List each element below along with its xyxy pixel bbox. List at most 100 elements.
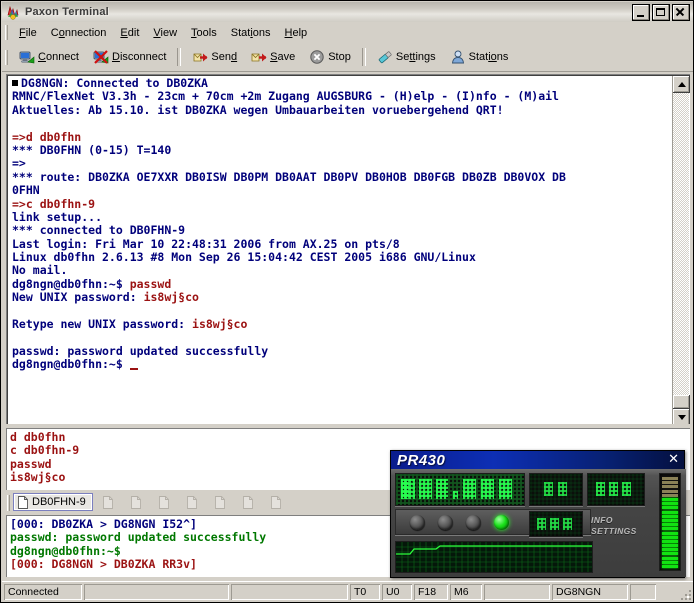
terminal-line: =>c db0fhn-9 xyxy=(12,198,666,211)
menu-drag-grip[interactable] xyxy=(5,25,9,40)
tab-empty-1[interactable] xyxy=(95,493,121,511)
terminal-text: DG8NGN: Connected to DB0ZKARMNC/FlexNet … xyxy=(9,77,666,423)
menu-tools[interactable]: Tools xyxy=(184,24,224,42)
knob-2[interactable] xyxy=(438,515,453,530)
connection-marker-icon xyxy=(12,80,18,86)
tab-empty-6[interactable] xyxy=(235,493,261,511)
menu-file[interactable]: File xyxy=(12,24,44,42)
tabstrip-grip[interactable] xyxy=(7,495,11,511)
connect-icon xyxy=(19,49,35,65)
window-buttons xyxy=(632,4,690,21)
terminal-output-pane[interactable]: DG8NGN: Connected to DB0ZKARMNC/FlexNet … xyxy=(6,74,690,426)
blank-panel-2 xyxy=(231,584,348,600)
toolbar-disconnect-button[interactable]: Disconnect xyxy=(87,46,172,68)
pr430-close-icon[interactable]: ✕ xyxy=(668,453,679,466)
terminal-line: No mail. xyxy=(12,264,666,277)
pr430-title-bar[interactable]: PR430 ✕ xyxy=(391,451,684,469)
tab-empty-3[interactable] xyxy=(151,493,177,511)
terminal-line: link setup... xyxy=(12,211,666,224)
pr430-settings-label[interactable]: SETTINGS xyxy=(591,526,637,536)
pr430-info-label[interactable]: INFO xyxy=(591,515,613,525)
tab-empty-2[interactable] xyxy=(123,493,149,511)
terminal-line: *** route: DB0ZKA OE7XXR DB0ISW DB0PM DB… xyxy=(12,171,666,184)
terminal-text-span: Last login: Fri Mar 10 22:48:31 2006 fro… xyxy=(12,237,400,251)
toolbar-stations-button[interactable]: Stations xyxy=(444,46,515,68)
disconnect-icon xyxy=(93,49,109,65)
pr430-window[interactable]: PR430 ✕ xyxy=(390,450,685,578)
menu-connection[interactable]: Connection xyxy=(44,24,114,42)
page-icon xyxy=(103,496,113,509)
minimize-button[interactable] xyxy=(632,4,650,21)
knob-4[interactable] xyxy=(494,515,509,530)
toolbar-save-label: Save xyxy=(270,51,295,63)
terminal-line xyxy=(12,305,666,318)
toolbar-separator-2 xyxy=(362,48,366,66)
page-icon xyxy=(243,496,253,509)
pr430-title: PR430 xyxy=(397,452,445,469)
menu-help[interactable]: Help xyxy=(278,24,315,42)
scrollbar-thumb[interactable] xyxy=(673,395,690,409)
stop-icon xyxy=(309,49,325,65)
toolbar-stop-button[interactable]: Stop xyxy=(303,46,357,68)
vu-segment xyxy=(662,502,678,505)
terminal-text-span: Aktuelles: Ab 15.10. ist DB0ZKA wegen Um… xyxy=(12,103,504,117)
resize-grip-icon[interactable] xyxy=(677,586,691,600)
pr430-waveform-display[interactable] xyxy=(395,541,593,573)
terminal-line: New UNIX password: is8wj§co xyxy=(12,291,666,304)
close-button[interactable] xyxy=(672,4,690,21)
vu-segment xyxy=(662,519,678,522)
vu-segment xyxy=(662,498,678,501)
pr430-status-display[interactable] xyxy=(529,511,583,537)
tab-empty-7[interactable] xyxy=(263,493,289,511)
terminal-text-span: =>c db0fhn-9 xyxy=(12,197,95,211)
terminal-line: Aktuelles: Ab 15.10. ist DB0ZKA wegen Um… xyxy=(12,104,666,117)
terminal-text-span xyxy=(12,116,19,130)
pr430-body: INFO SETTINGS xyxy=(391,469,686,577)
terminal-text-span: *** DB0FHN (0-15) T=140 xyxy=(12,143,171,157)
knob-1[interactable] xyxy=(410,515,425,530)
menu-stations[interactable]: Stations xyxy=(224,24,278,42)
terminal-line xyxy=(12,117,666,130)
pr430-main-display[interactable] xyxy=(395,473,525,506)
knob-3[interactable] xyxy=(466,515,481,530)
status-bar: ConnectedT0U0F18M6DG8NGN xyxy=(2,581,694,601)
maximize-button[interactable] xyxy=(652,4,670,21)
callsign-panel: DG8NGN xyxy=(552,584,628,600)
tab-label: DB0FHN-9 xyxy=(32,496,86,508)
toolbar-connect-button[interactable]: Connect xyxy=(13,46,85,68)
menu-bar: File Connection Edit View Tools Stations… xyxy=(2,22,694,44)
tab-db0fhn-9[interactable]: DB0FHN-9 xyxy=(13,493,93,511)
terminal-scrollbar[interactable] xyxy=(672,76,689,426)
menu-edit[interactable]: Edit xyxy=(113,24,146,42)
terminal-text-rx: dg8ngn@db0fhn:~$ xyxy=(12,277,130,291)
tab-empty-4[interactable] xyxy=(179,493,205,511)
terminal-text-span: =>d db0fhn xyxy=(12,130,81,144)
toolbar-drag-grip[interactable] xyxy=(5,50,9,65)
terminal-line: *** DB0FHN (0-15) T=140 xyxy=(12,144,666,157)
menu-view[interactable]: View xyxy=(146,24,184,42)
terminal-line: *** connected to DB0FHN-9 xyxy=(12,224,666,237)
page-icon xyxy=(187,496,197,509)
vu-segment xyxy=(662,481,678,484)
vu-segment xyxy=(662,485,678,488)
vu-segment xyxy=(662,477,678,480)
toolbar-settings-label: Settings xyxy=(396,51,436,63)
terminal-text-span: *** connected to DB0FHN-9 xyxy=(12,223,185,237)
toolbar-settings-button[interactable]: Settings xyxy=(371,46,442,68)
toolbar-save-button[interactable]: Save xyxy=(245,46,301,68)
vu-segment xyxy=(662,490,678,493)
pr430-secondary-display[interactable] xyxy=(529,473,583,506)
toolbar-send-button[interactable]: Send xyxy=(186,46,243,68)
paxon-logo-icon xyxy=(5,4,21,20)
pr430-tertiary-display[interactable] xyxy=(587,473,645,506)
blank-panel-1 xyxy=(84,584,229,600)
vu-segment xyxy=(662,544,678,547)
terminal-line: => xyxy=(12,157,666,170)
terminal-text-span: No mail. xyxy=(12,263,67,277)
terminal-text-span: dg8ngn@db0fhn:~$ xyxy=(12,357,130,371)
tab-empty-5[interactable] xyxy=(207,493,233,511)
vu-segment xyxy=(662,565,678,568)
scroll-up-button[interactable] xyxy=(673,76,690,93)
unproto-counter: U0 xyxy=(382,584,412,600)
vu-segment xyxy=(662,527,678,530)
